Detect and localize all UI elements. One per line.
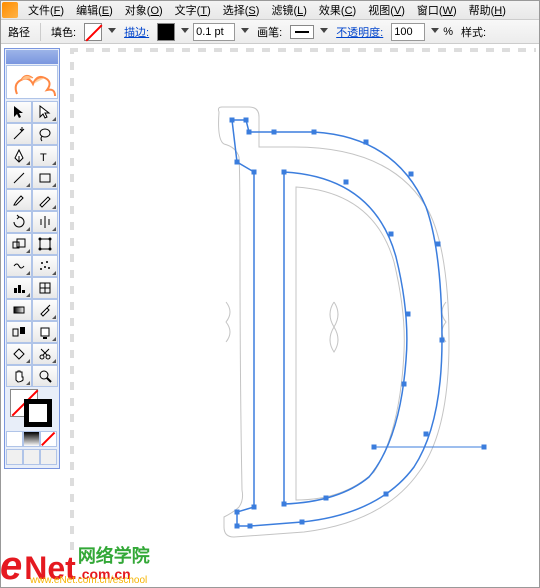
pencil-tool[interactable] [32,189,58,211]
opacity-dropdown-icon[interactable] [431,28,439,36]
stroke-weight-field[interactable] [196,26,224,38]
wm-url: www.eNet.com.cn/eschool [30,575,147,586]
color-mode-btn[interactable] [6,431,23,447]
stroke-weight-input[interactable] [193,23,235,41]
menu-effect[interactable]: 效果(C) [313,0,362,20]
mode-label: 路径 [4,24,34,40]
paintbrush-tool[interactable] [6,189,32,211]
menu-type[interactable]: 文字(T) [169,0,217,20]
selection-tool[interactable] [6,101,32,123]
screen-normal[interactable] [6,449,23,465]
stroke-dropdown-icon[interactable] [181,28,189,36]
scale-tool[interactable] [6,233,32,255]
blend-tool[interactable] [6,321,32,343]
brush-preview[interactable] [290,25,314,39]
zoom-tool[interactable] [32,365,58,387]
wm-e: e [0,550,22,582]
magic-wand-tool[interactable] [6,123,32,145]
artwork-area[interactable] [74,52,536,550]
opacity-field[interactable] [394,26,422,38]
reflect-tool[interactable] [32,211,58,233]
color-modes [6,431,58,447]
welcome-flower-icon [6,65,58,99]
opacity-label[interactable]: 不透明度: [332,24,387,40]
svg-text:T: T [40,152,47,164]
menu-select[interactable]: 选择(S) [217,0,266,20]
screen-full-menubar[interactable] [23,449,40,465]
rectangle-tool[interactable] [32,167,58,189]
graph-tool[interactable] [6,277,32,299]
fill-dropdown-icon[interactable] [108,28,116,36]
slice-tool[interactable] [6,343,32,365]
screen-modes [6,449,58,465]
brush-label: 画笔: [253,24,286,40]
direct-selection-tool[interactable] [32,101,58,123]
stroke-indicator[interactable] [24,399,52,427]
menu-object[interactable]: 对象(O) [119,0,169,20]
line-tool[interactable] [6,167,32,189]
menu-file[interactable]: 文件(F) [22,0,70,20]
menu-help[interactable]: 帮助(H) [463,0,512,20]
screen-full[interactable] [40,449,57,465]
fill-label: 填色: [47,24,80,40]
stroke-label[interactable]: 描边: [120,24,153,40]
menu-bar: 文件(F) 编辑(E) 对象(O) 文字(T) 选择(S) 滤镜(L) 效果(C… [0,0,540,20]
type-tool[interactable]: T [32,145,58,167]
symbol-sprayer-tool[interactable] [32,255,58,277]
separator [40,23,41,41]
mesh-tool[interactable] [32,277,58,299]
weight-dropdown-icon[interactable] [241,28,249,36]
gradient-mode-btn[interactable] [23,431,40,447]
pen-tool[interactable] [6,145,32,167]
menu-window[interactable]: 窗口(W) [411,0,463,20]
document-canvas[interactable] [70,48,536,550]
free-transform-tool[interactable] [32,233,58,255]
toolbox-panel: T [4,48,60,469]
hand-tool[interactable] [6,365,32,387]
toolbox-header[interactable] [6,50,58,64]
menu-edit[interactable]: 编辑(E) [70,0,119,20]
brush-dropdown-icon[interactable] [320,28,328,36]
fill-swatch[interactable] [84,23,102,41]
app-logo-icon [2,2,18,18]
gradient-tool[interactable] [6,299,32,321]
stroke-swatch[interactable] [157,23,175,41]
watermark: e Net 网络学院 .com.cn www.eNet.com.cn/escho… [0,546,150,582]
fill-stroke-control[interactable] [6,389,58,429]
live-paint-tool[interactable] [32,321,58,343]
menu-view[interactable]: 视图(V) [362,0,411,20]
none-mode-btn[interactable] [40,431,57,447]
wm-cn: 网络学院 [78,546,150,566]
style-label: 样式: [457,24,490,40]
menu-filter[interactable]: 滤镜(L) [265,0,312,20]
lasso-tool[interactable] [32,123,58,145]
eyedropper-tool[interactable] [32,299,58,321]
options-bar: 路径 填色: 描边: 画笔: 不透明度: % 样式: [0,20,540,44]
rotate-tool[interactable] [6,211,32,233]
warp-tool[interactable] [6,255,32,277]
scissors-tool[interactable] [32,343,58,365]
opacity-input[interactable] [391,23,425,41]
opacity-suffix: % [443,26,453,38]
